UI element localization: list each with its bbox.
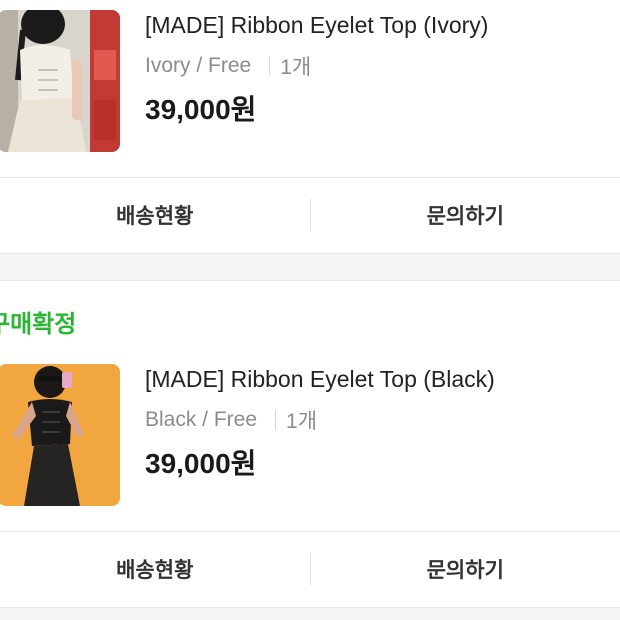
product-image[interactable] — [0, 10, 120, 152]
quantity-text: 1개 — [280, 56, 312, 79]
option-divider — [275, 410, 277, 430]
product-image-ivory — [0, 10, 120, 152]
shipping-status-button[interactable]: 배송현황 — [0, 177, 310, 253]
product-option: Black / Free 1개 — [145, 405, 317, 435]
product-price: 39,000원 — [145, 94, 257, 125]
product-image[interactable] — [0, 364, 120, 506]
section-gap — [0, 254, 620, 280]
section-gap — [0, 608, 620, 620]
order-actions: 배송현황 문의하기 — [0, 531, 620, 607]
option-divider — [269, 56, 271, 76]
option-text: Black / Free — [145, 408, 258, 431]
inquiry-button[interactable]: 문의하기 — [311, 531, 620, 607]
inquiry-button[interactable]: 문의하기 — [311, 177, 620, 253]
shipping-status-button[interactable]: 배송현황 — [0, 531, 310, 607]
divider — [0, 280, 620, 281]
product-name[interactable]: [MADE] Ribbon Eyelet Top (Black) — [145, 366, 495, 393]
order-status: 구매확정 — [0, 311, 77, 338]
product-image-black — [0, 364, 120, 506]
quantity-text: 1개 — [286, 410, 318, 433]
product-price: 39,000원 — [145, 448, 257, 479]
product-name[interactable]: [MADE] Ribbon Eyelet Top (Ivory) — [145, 12, 488, 39]
option-text: Ivory / Free — [145, 54, 252, 77]
product-option: Ivory / Free 1개 — [145, 51, 311, 81]
order-actions: 배송현황 문의하기 — [0, 177, 620, 253]
